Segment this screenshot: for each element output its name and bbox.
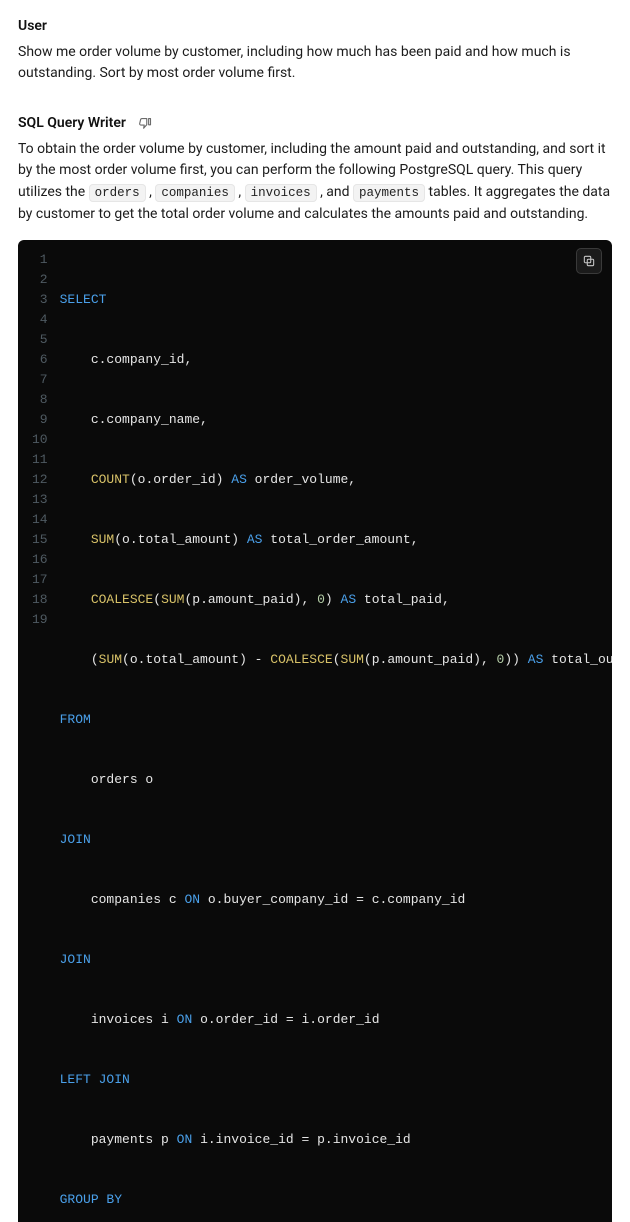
code-line: LEFT JOIN [60, 1070, 596, 1090]
line-number: 13 [32, 490, 48, 510]
code-line: JOIN [60, 950, 596, 970]
line-number: 17 [32, 570, 48, 590]
copy-icon [582, 254, 596, 268]
line-number: 14 [32, 510, 48, 530]
line-number: 7 [32, 370, 48, 390]
code-block: 12345678910111213141516171819 SELECT c.c… [18, 240, 612, 1222]
inline-code-invoices: invoices [245, 184, 317, 202]
user-turn: User Show me order volume by customer, i… [18, 16, 612, 85]
copy-code-button[interactable] [576, 248, 602, 274]
code-line: orders o [60, 770, 596, 790]
code-line: JOIN [60, 830, 596, 850]
line-number: 5 [32, 330, 48, 350]
assistant-role-text: SQL Query Writer [18, 113, 126, 135]
line-number: 8 [32, 390, 48, 410]
code-line: SELECT [60, 290, 596, 310]
assistant-role-label: SQL Query Writer [18, 113, 612, 135]
line-number: 19 [32, 610, 48, 630]
line-number: 1 [32, 250, 48, 270]
line-number: 3 [32, 290, 48, 310]
line-number-gutter: 12345678910111213141516171819 [18, 250, 60, 1222]
assistant-turn: SQL Query Writer To obtain the order vol… [18, 113, 612, 1222]
code-line: SUM(o.total_amount) AS total_order_amoun… [60, 530, 596, 550]
sep: , and [317, 184, 353, 200]
code-lines: SELECT c.company_id, c.company_name, COU… [60, 250, 612, 1222]
code-line: c.company_id, [60, 350, 596, 370]
line-number: 2 [32, 270, 48, 290]
code-line: FROM [60, 710, 596, 730]
line-number: 16 [32, 550, 48, 570]
line-number: 4 [32, 310, 48, 330]
thumbs-down-icon[interactable] [138, 116, 153, 131]
user-message-text: Show me order volume by customer, includ… [18, 42, 612, 85]
line-number: 9 [32, 410, 48, 430]
code-line: (SUM(o.total_amount) - COALESCE(SUM(p.am… [60, 650, 596, 670]
code-line: COALESCE(SUM(p.amount_paid), 0) AS total… [60, 590, 596, 610]
inline-code-orders: orders [89, 184, 146, 202]
inline-code-companies: companies [155, 184, 235, 202]
line-number: 6 [32, 350, 48, 370]
user-role-label: User [18, 16, 612, 38]
line-number: 12 [32, 470, 48, 490]
line-number: 11 [32, 450, 48, 470]
code-area[interactable]: 12345678910111213141516171819 SELECT c.c… [18, 240, 612, 1222]
code-line: c.company_name, [60, 410, 596, 430]
line-number: 10 [32, 430, 48, 450]
sep: , [146, 184, 156, 200]
line-number: 15 [32, 530, 48, 550]
code-line: payments p ON i.invoice_id = p.invoice_i… [60, 1130, 596, 1150]
code-line: GROUP BY [60, 1190, 596, 1210]
code-line: COUNT(o.order_id) AS order_volume, [60, 470, 596, 490]
code-line: companies c ON o.buyer_company_id = c.co… [60, 890, 596, 910]
code-line: invoices i ON o.order_id = i.order_id [60, 1010, 596, 1030]
assistant-message-text: To obtain the order volume by customer, … [18, 139, 612, 226]
inline-code-payments: payments [353, 184, 425, 202]
line-number: 18 [32, 590, 48, 610]
sep: , [235, 184, 245, 200]
